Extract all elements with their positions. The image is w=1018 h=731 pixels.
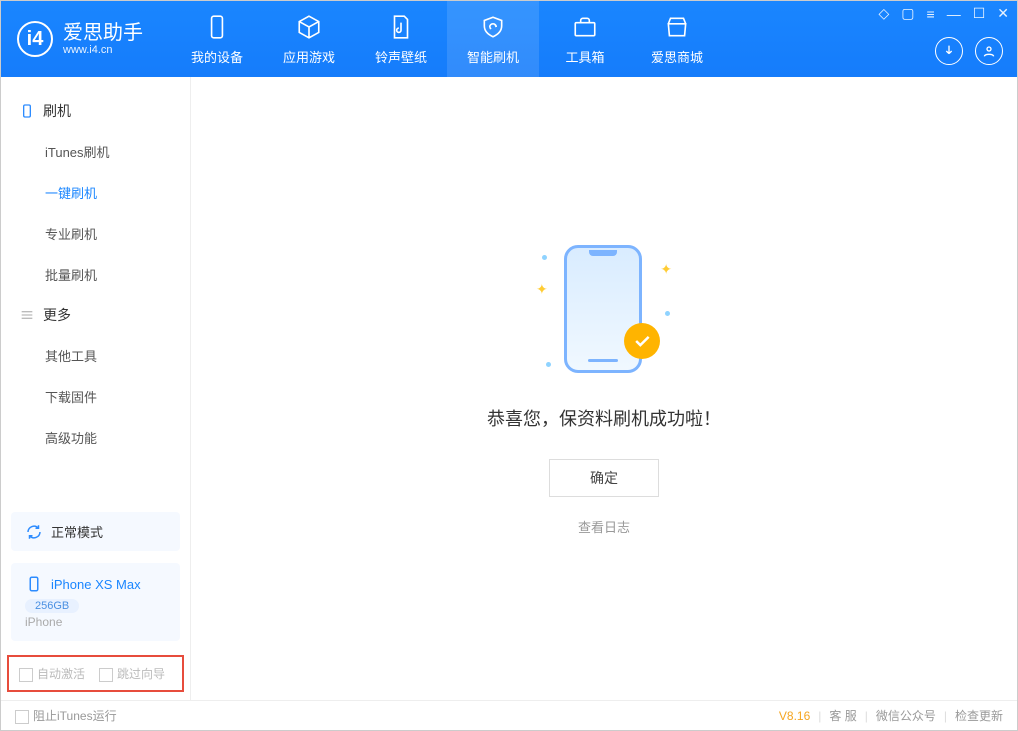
device-card[interactable]: iPhone XS Max 256GB iPhone [11,563,180,641]
view-log-link[interactable]: 查看日志 [578,517,630,536]
success-message: 恭喜您，保资料刷机成功啦！ [487,405,721,431]
phone-outline-icon [25,575,43,593]
store-icon [663,13,691,41]
window-controls-row1: ◇ ▢ ≡ — ☐ ✕ [879,5,1009,22]
music-file-icon [387,13,415,41]
minimize-button[interactable]: — [947,6,961,22]
tshirt-icon[interactable]: ◇ [879,5,890,22]
tab-label: 爱思商城 [651,47,703,66]
ok-button[interactable]: 确定 [549,459,659,497]
sidebar-item-onekey-flash[interactable]: 一键刷机 [1,172,190,213]
check-badge-icon [624,323,660,359]
refresh-shield-icon [479,13,507,41]
tab-toolbox[interactable]: 工具箱 [539,1,631,77]
maximize-button[interactable]: ☐ [973,5,986,22]
sidebar-item-batch-flash[interactable]: 批量刷机 [1,254,190,295]
sidebar-item-download-firmware[interactable]: 下载固件 [1,376,190,417]
sidebar-group-flash[interactable]: 刷机 [1,91,190,131]
main-content: ✦ ✦ 恭喜您，保资料刷机成功啦！ 确定 查看日志 [191,77,1017,700]
checkbox-auto-activate[interactable]: 自动激活 [19,665,85,682]
device-mode-label: 正常模式 [51,522,103,541]
menu-icon[interactable]: ≡ [927,6,935,22]
tab-smart-flash[interactable]: 智能刷机 [447,1,539,77]
sidebar: 刷机 iTunes刷机 一键刷机 专业刷机 批量刷机 更多 其他工具 下载固件 … [1,77,191,700]
sidebar-item-itunes-flash[interactable]: iTunes刷机 [1,131,190,172]
tab-store[interactable]: 爱思商城 [631,1,723,77]
sidebar-group-more[interactable]: 更多 [1,295,190,335]
wechat-link[interactable]: 微信公众号 [876,707,936,724]
customer-service-link[interactable]: 客 服 [829,707,856,724]
top-tabs: 我的设备 应用游戏 铃声壁纸 智能刷机 工具箱 爱思商城 [171,1,723,77]
app-logo[interactable]: i4 爱思助手 www.i4.cn [1,1,159,77]
sparkle-icon: ✦ [536,281,548,298]
window-controls-row2 [935,37,1003,65]
app-title: 爱思助手 [63,22,143,44]
device-storage-badge: 256GB [25,599,79,613]
tab-label: 我的设备 [191,47,243,66]
titlebar: i4 爱思助手 www.i4.cn 我的设备 应用游戏 铃声壁纸 智能刷机 工具… [1,1,1017,77]
logo-icon: i4 [17,21,53,57]
phone-icon [203,13,231,41]
phone-small-icon [19,103,35,119]
tab-label: 铃声壁纸 [375,47,427,66]
app-subtitle: www.i4.cn [63,44,143,56]
sidebar-item-pro-flash[interactable]: 专业刷机 [1,213,190,254]
tab-my-device[interactable]: 我的设备 [171,1,263,77]
tab-ringtone-wallpaper[interactable]: 铃声壁纸 [355,1,447,77]
status-bar: 阻止iTunes运行 V8.16 | 客 服 | 微信公众号 | 检查更新 [1,700,1017,730]
sidebar-item-other-tools[interactable]: 其他工具 [1,335,190,376]
list-icon [19,307,35,323]
user-button[interactable] [975,37,1003,65]
toolbox-icon [571,13,599,41]
sidebar-group-label: 刷机 [43,101,71,121]
rect-icon[interactable]: ▢ [901,5,914,22]
version-label: V8.16 [779,709,810,723]
checkbox-skip-guide[interactable]: 跳过向导 [99,665,165,682]
tab-label: 工具箱 [565,47,604,66]
check-update-link[interactable]: 检查更新 [955,707,1003,724]
device-mode-status[interactable]: 正常模式 [11,512,180,551]
sync-icon [25,523,43,541]
close-button[interactable]: ✕ [997,5,1009,22]
download-button[interactable] [935,37,963,65]
checkbox-block-itunes[interactable]: 阻止iTunes运行 [15,707,117,724]
tab-label: 应用游戏 [283,47,335,66]
tab-label: 智能刷机 [467,47,519,66]
device-type-label: iPhone [25,615,62,629]
device-name-label: iPhone XS Max [51,577,141,592]
success-illustration: ✦ ✦ [534,241,674,381]
cube-icon [295,13,323,41]
sidebar-group-label: 更多 [43,305,71,325]
sparkle-icon: ✦ [660,261,672,278]
sidebar-item-advanced[interactable]: 高级功能 [1,417,190,458]
flash-options-box: 自动激活 跳过向导 [7,655,184,692]
tab-apps-games[interactable]: 应用游戏 [263,1,355,77]
